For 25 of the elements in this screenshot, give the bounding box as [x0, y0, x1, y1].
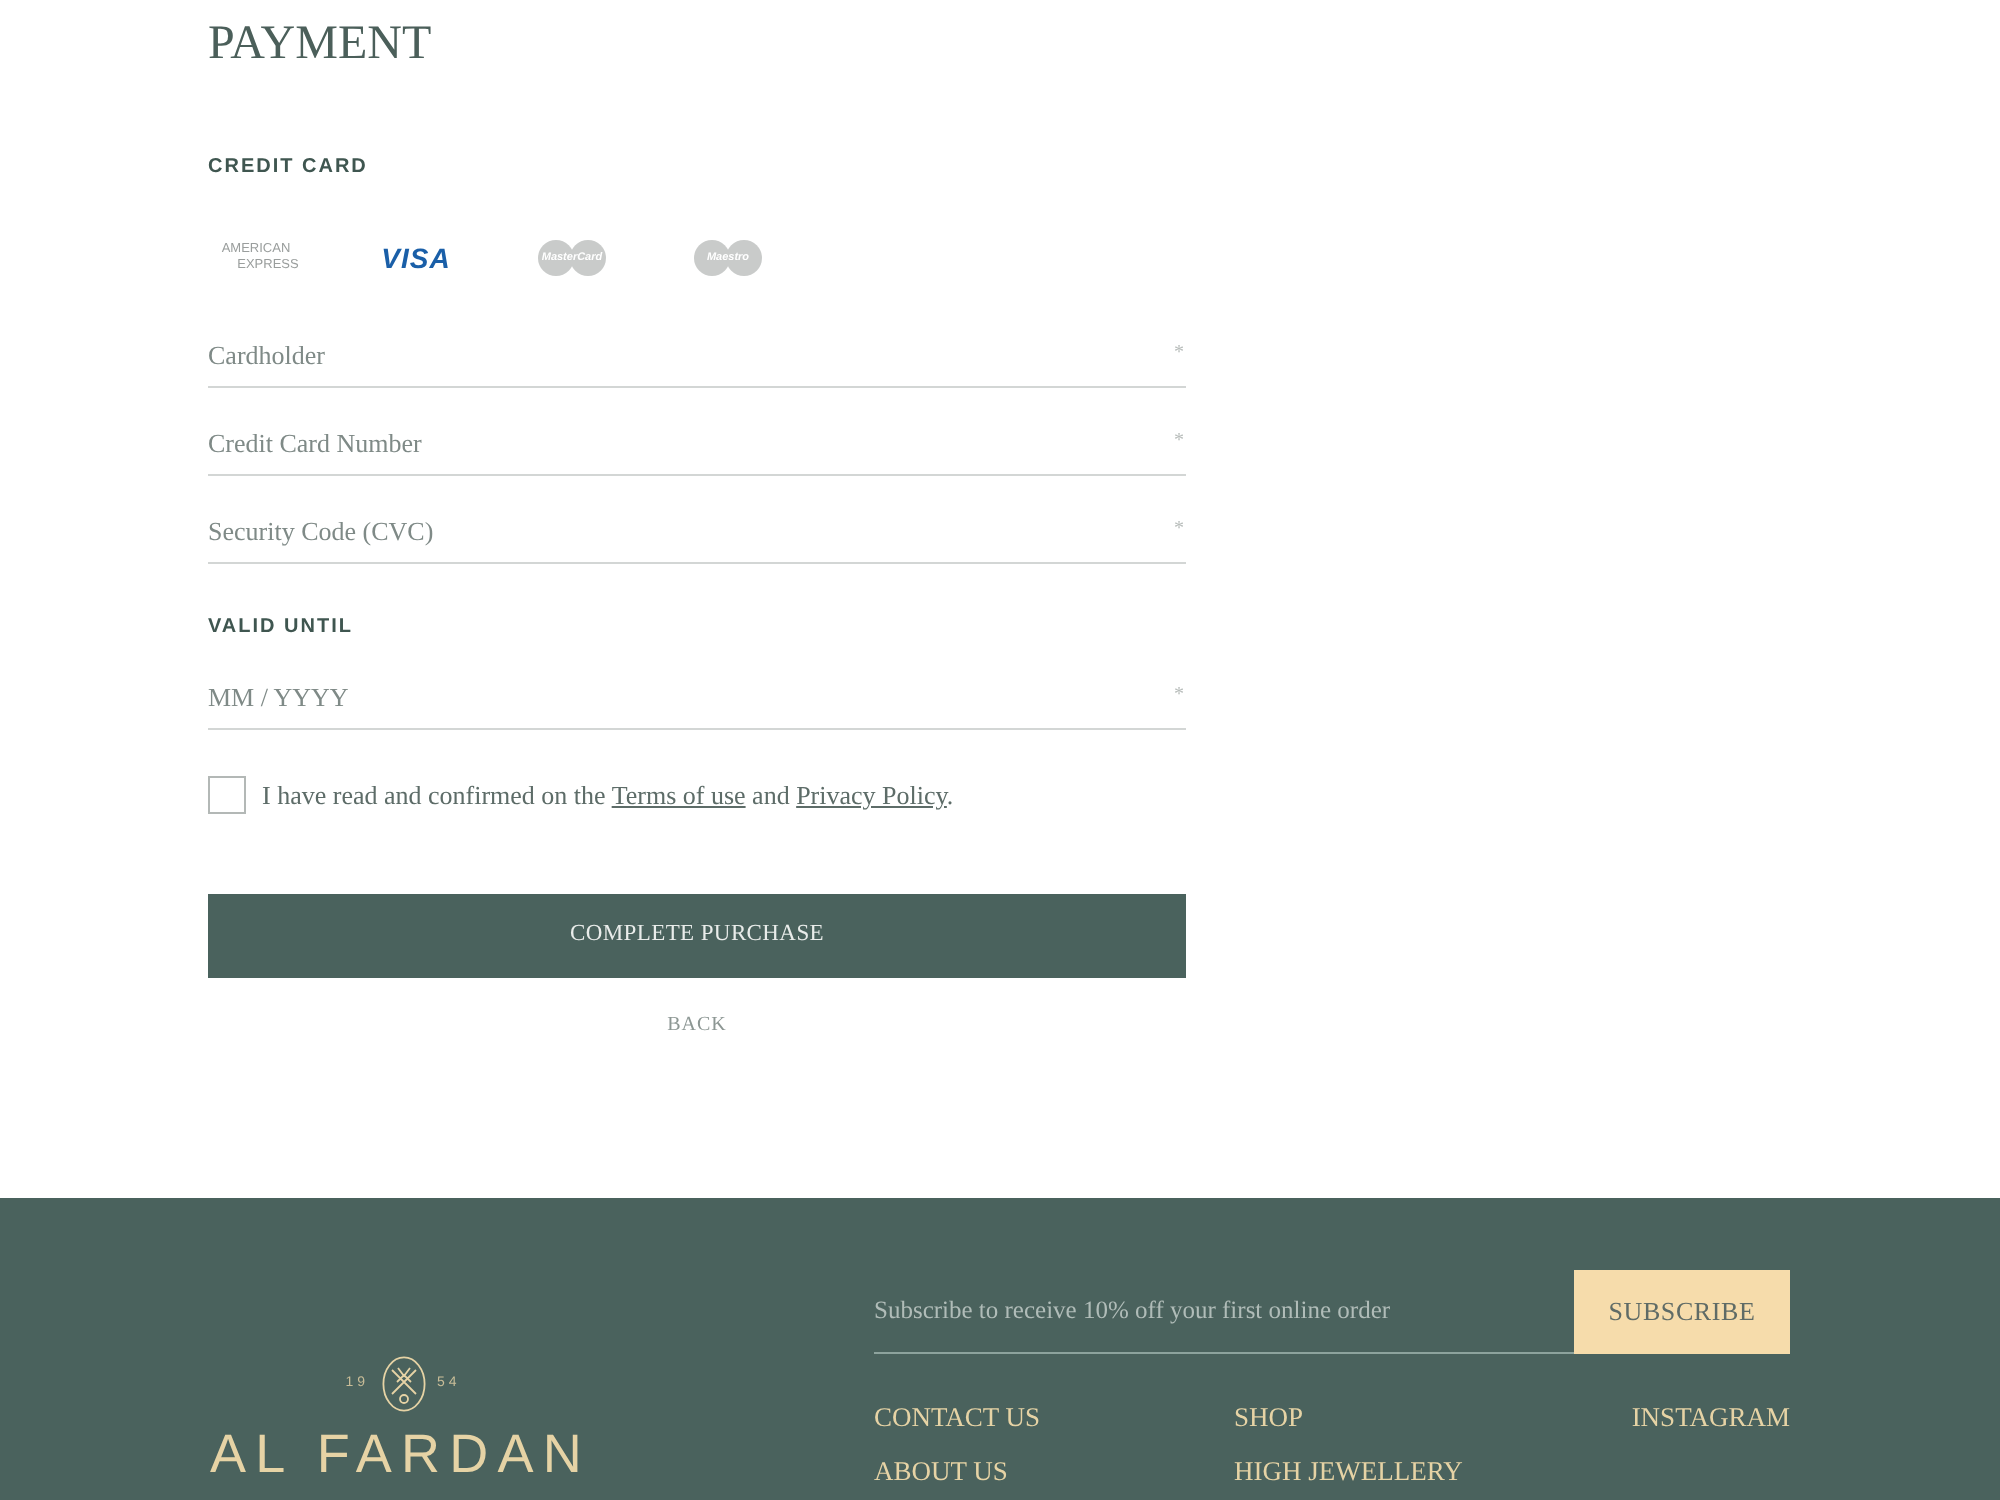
footer-link[interactable]: INSTAGRAM: [1631, 1400, 1790, 1434]
terms-text: I have read and confirmed on the Terms of use and Privacy Policy.: [262, 778, 954, 814]
complete-purchase-button[interactable]: COMPLETE PURCHASE: [208, 893, 1186, 977]
section-heading: CREDIT CARD: [208, 154, 368, 182]
required-asterisk: *: [1174, 430, 1184, 454]
required-asterisk: *: [1174, 518, 1184, 542]
policy-link[interactable]: Terms of use: [611, 780, 746, 810]
subscribe-button[interactable]: SUBSCRIBE: [1574, 1270, 1790, 1354]
overlapping-circles-icon: [694, 240, 762, 276]
email-field[interactable]: Subscribe to receive 10% off your first online order: [874, 1270, 1574, 1354]
brand-wordmark: AL FARDAN: [210, 1424, 591, 1484]
footer-link[interactable]: SHOP: [1234, 1400, 1304, 1434]
required-asterisk: *: [1174, 684, 1184, 708]
section-heading: VALID UNTIL: [208, 614, 353, 642]
page-title: PAYMENT: [208, 16, 432, 74]
card-brand-logo: VISA: [381, 239, 451, 277]
required-asterisk: *: [1174, 342, 1184, 366]
footer-link[interactable]: HIGH JEWELLERY: [1234, 1454, 1463, 1488]
footer-link[interactable]: ABOUT US: [874, 1454, 1008, 1488]
overlapping-circles-icon: [538, 240, 606, 276]
policy-link[interactable]: Privacy Policy: [796, 780, 947, 810]
checkbox[interactable]: [208, 776, 246, 815]
footer-link[interactable]: CONTACT US: [874, 1400, 1041, 1434]
back-link[interactable]: BACK: [667, 1011, 727, 1039]
emblem-icon: [381, 1356, 425, 1412]
